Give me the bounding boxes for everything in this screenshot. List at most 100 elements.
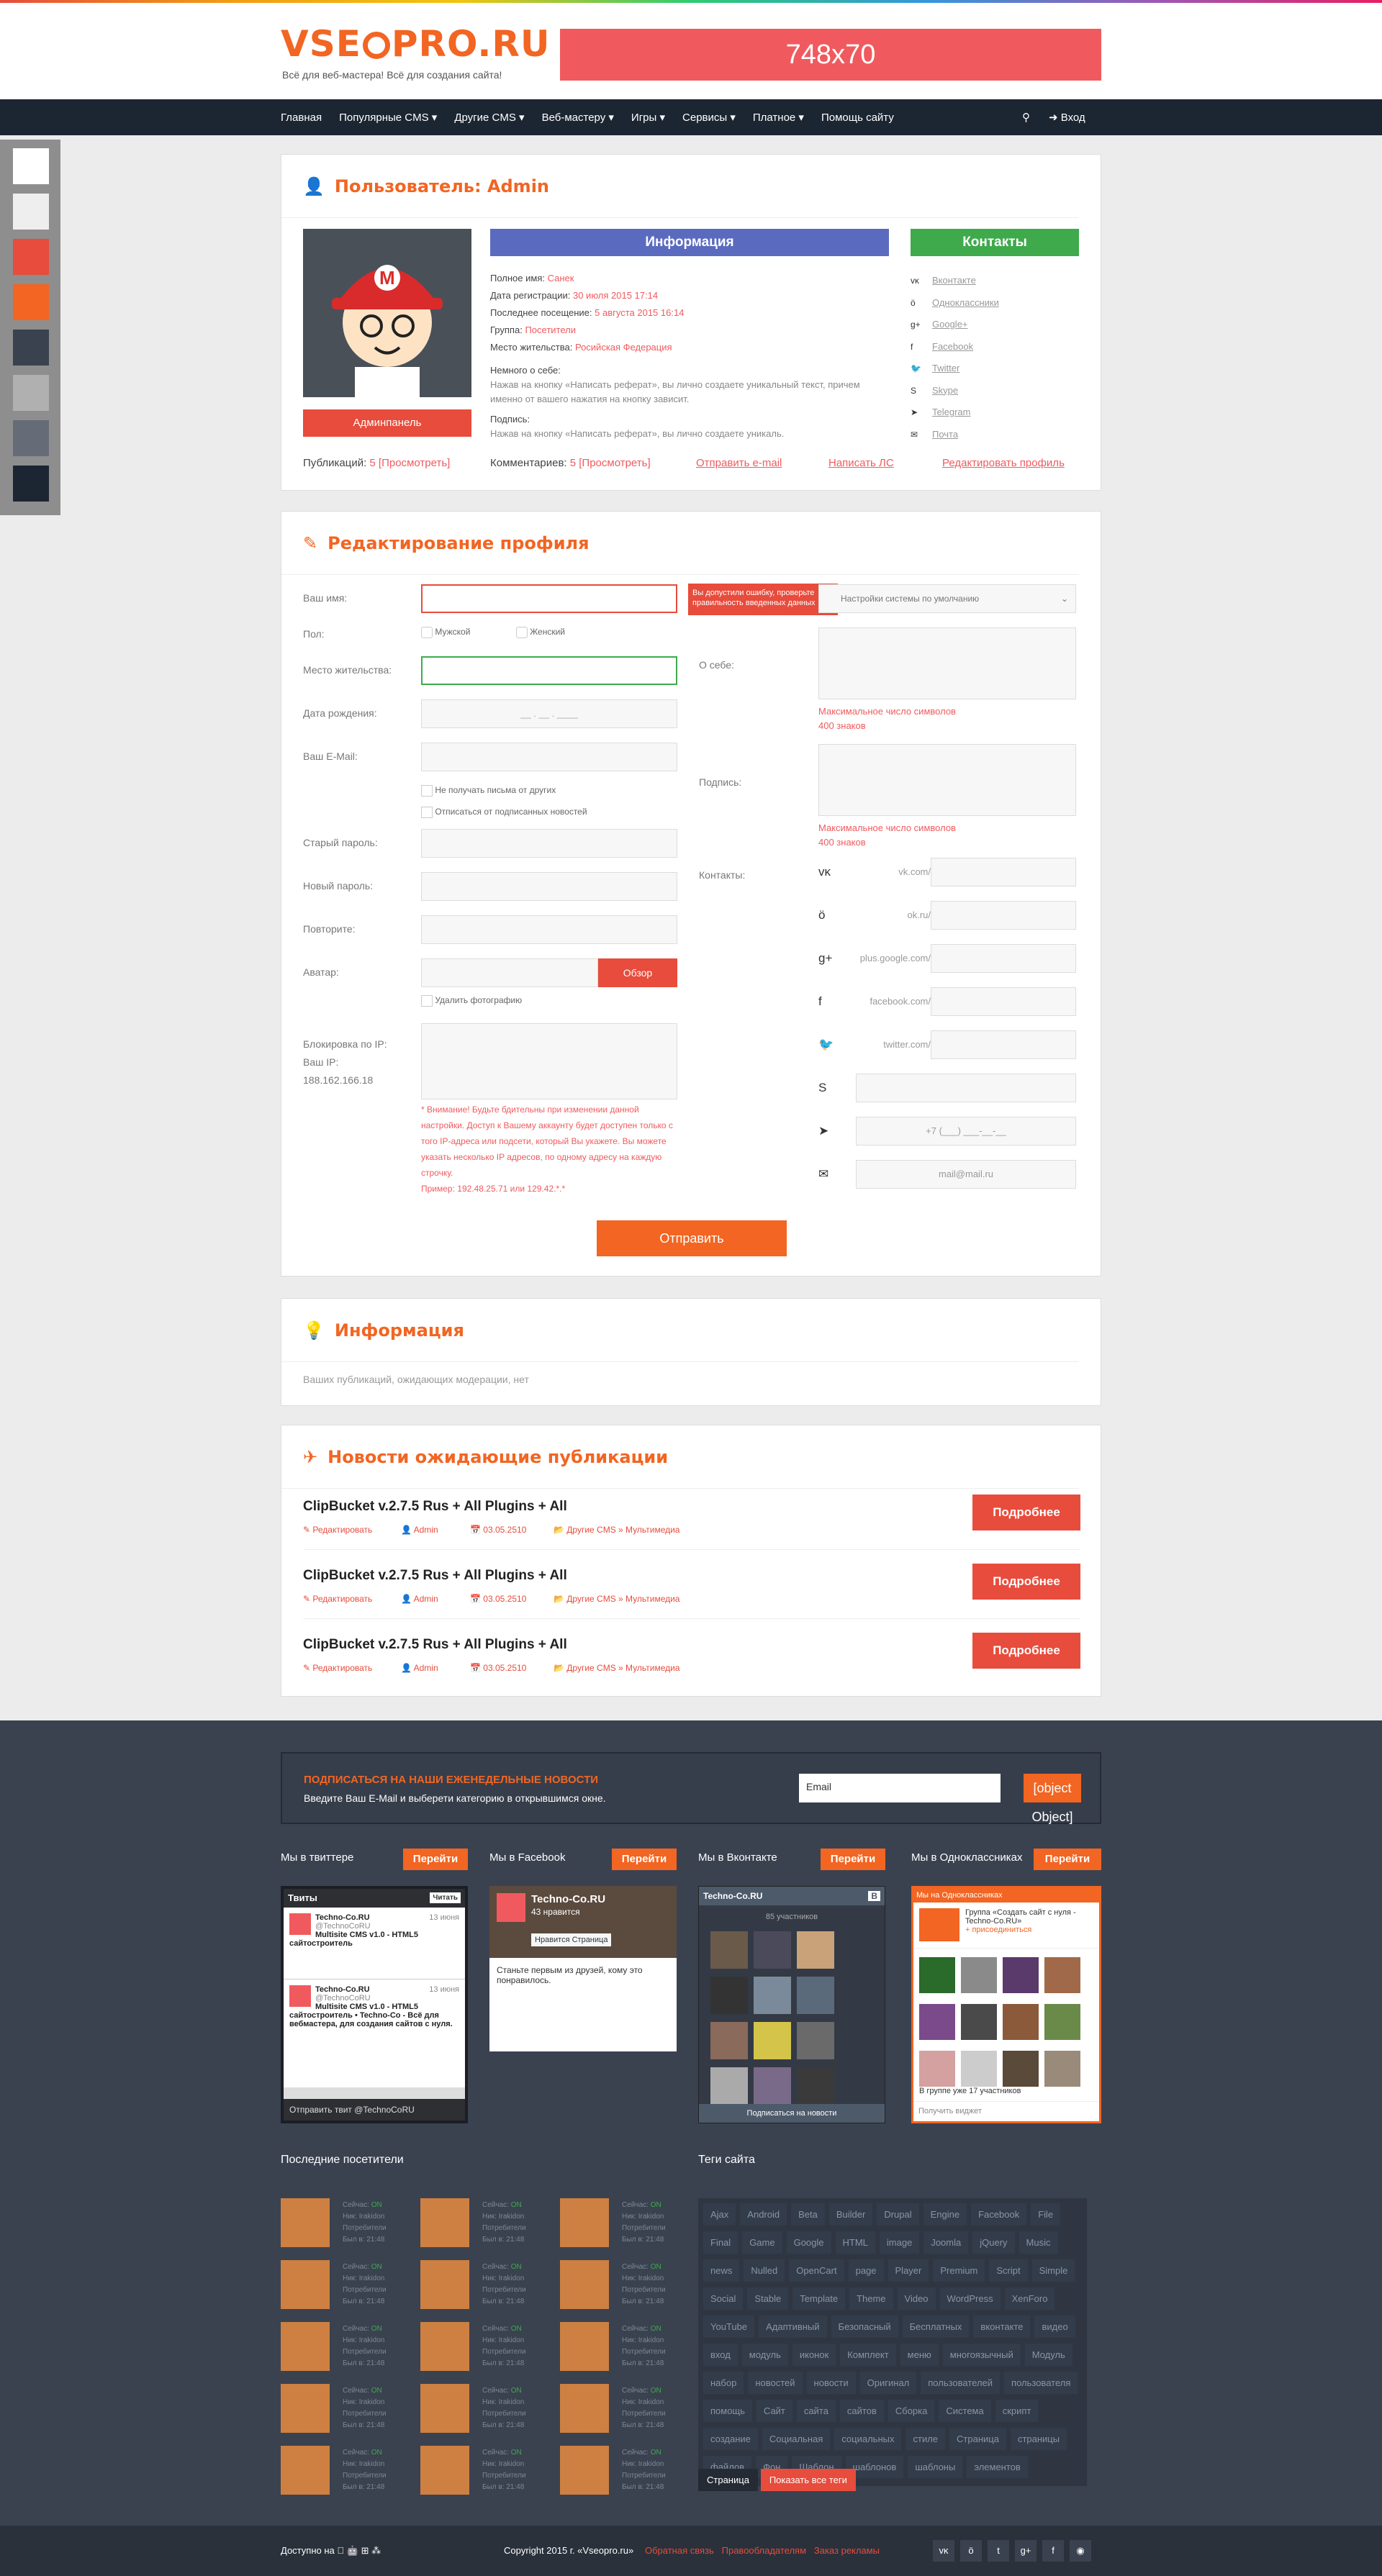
signature-textarea[interactable]	[818, 744, 1076, 816]
visitor-card[interactable]: Сейчас: ON Ник: Irakidon Потребители Был в:…	[560, 2446, 690, 2496]
tag-item[interactable]: сайтов	[839, 2399, 885, 2423]
vk-subscribe-button[interactable]: Подписаться на новости	[699, 2104, 885, 2123]
vk-member-avatar[interactable]	[797, 1931, 834, 1969]
avatar-file-input[interactable]	[421, 958, 598, 987]
tag-item[interactable]: Social	[703, 2287, 744, 2310]
no-mail-checkbox[interactable]	[421, 784, 433, 797]
new-password-input[interactable]	[421, 872, 677, 901]
visitor-card[interactable]: Сейчас: ON Ник: Irakidon Потребители Был в:…	[560, 2384, 690, 2434]
visitor-card[interactable]: Сейчас: ON Ник: Irakidon Потребители Был в:…	[281, 2322, 410, 2372]
ok-member-avatar[interactable]	[961, 2051, 997, 2087]
visitor-card[interactable]: Сейчас: ON Ник: Irakidon Потребители Был в:…	[420, 2446, 550, 2496]
googleplus-icon[interactable]: g+	[1015, 2540, 1036, 2562]
visitor-card[interactable]: Сейчас: ON Ник: Irakidon Потребители Был в:…	[420, 2322, 550, 2372]
tag-item[interactable]: элементов	[966, 2455, 1029, 2479]
newsletter-ok-button[interactable]: [object Object]	[1024, 1774, 1081, 1824]
tag-item[interactable]: Drupal	[876, 2203, 920, 2226]
social-input[interactable]	[931, 1030, 1076, 1059]
ok-member-avatar[interactable]	[1044, 2004, 1080, 2040]
contact-item[interactable]: ᴠᴋ Вконтакте	[911, 270, 1083, 292]
contact-item[interactable]: 🐦 Twitter	[911, 358, 1083, 380]
color-swatch[interactable]	[13, 466, 49, 502]
color-swatch[interactable]	[13, 420, 49, 456]
tag-item[interactable]: Оригинал	[859, 2371, 918, 2395]
tag-item[interactable]: пользователя	[1003, 2371, 1079, 2395]
tag-item[interactable]: вход	[703, 2343, 739, 2367]
send-email-link[interactable]: Отправить e-mail	[696, 457, 782, 469]
login-button[interactable]: ➜ Вход	[1049, 111, 1104, 124]
visitor-card[interactable]: Сейчас: ON Ник: Irakidon Потребители Был в:…	[281, 2384, 410, 2434]
tag-item[interactable]: Страница	[949, 2427, 1007, 2451]
contact-item[interactable]: ö Одноклассники	[911, 292, 1083, 314]
tag-item[interactable]: Android	[739, 2203, 788, 2226]
ok-get-widget[interactable]: Получить виджет	[913, 2101, 1099, 2121]
social-input[interactable]	[931, 901, 1076, 930]
browse-button[interactable]: Обзор	[598, 958, 677, 987]
ok-member-avatar[interactable]	[1044, 1957, 1080, 1993]
tag-item[interactable]: OpenCart	[788, 2259, 845, 2282]
social-input[interactable]	[931, 858, 1076, 886]
birth-input[interactable]: __ . __ . ____	[421, 699, 677, 728]
tag-item[interactable]: новости	[805, 2371, 857, 2395]
vk-member-avatar[interactable]	[710, 2067, 748, 2105]
tag-item[interactable]: сайта	[795, 2399, 836, 2423]
ok-member-avatar[interactable]	[961, 2004, 997, 2040]
search-icon[interactable]: ⚲	[1022, 111, 1030, 124]
news-item-title[interactable]: ClipBucket v.2.7.5 Rus + All Plugins + A…	[303, 1499, 567, 1515]
tag-item[interactable]: image	[878, 2231, 921, 2254]
tag-item[interactable]: news	[703, 2259, 741, 2282]
admin-panel-button[interactable]: Админпанель	[303, 409, 471, 437]
visitor-card[interactable]: Сейчас: ON Ник: Irakidon Потребители Был в:…	[560, 2198, 690, 2249]
tag-item[interactable]: WordPress	[939, 2287, 1001, 2310]
nav-games[interactable]: Игры ▾	[631, 111, 665, 124]
name-input[interactable]	[421, 584, 677, 613]
visitor-card[interactable]: Сейчас: ON Ник: Irakidon Потребители Был в:…	[281, 2260, 410, 2310]
widget-go-button[interactable]: Перейти	[403, 1849, 468, 1870]
vk-member-avatar[interactable]	[797, 1977, 834, 2014]
tag-item[interactable]: Google	[785, 2231, 832, 2254]
ok-member-avatar[interactable]	[919, 2051, 955, 2087]
tag-item[interactable]: новостей	[747, 2371, 803, 2395]
show-all-tags-button[interactable]: Показать все теги	[760, 2469, 856, 2491]
ok-member-avatar[interactable]	[961, 1957, 997, 1993]
tag-item[interactable]: создание	[703, 2427, 759, 2451]
ok-member-avatar[interactable]	[1003, 2051, 1039, 2087]
nav-home[interactable]: Главная	[281, 112, 322, 124]
visitor-card[interactable]: Сейчас: ON Ник: Irakidon Потребители Был в:…	[420, 2260, 550, 2310]
news-more-button[interactable]: Подробнее	[972, 1495, 1080, 1530]
tag-item[interactable]: шаблоны	[907, 2455, 964, 2479]
ok-member-avatar[interactable]	[1003, 2004, 1039, 2040]
tag-item[interactable]: Ajax	[703, 2203, 737, 2226]
ok-member-avatar[interactable]	[919, 2004, 955, 2040]
tag-item[interactable]: Nulled	[743, 2259, 786, 2282]
email-input[interactable]	[421, 743, 677, 771]
repeat-password-input[interactable]	[421, 915, 677, 944]
ok-icon[interactable]: ö	[960, 2540, 982, 2562]
nav-services[interactable]: Сервисы ▾	[682, 111, 736, 124]
tag-item[interactable]: Simple	[1031, 2259, 1076, 2282]
comm-link[interactable]: 5 [Просмотреть]	[570, 457, 651, 469]
tag-item[interactable]: скрипт	[994, 2399, 1039, 2423]
tag-item[interactable]: помощь	[703, 2399, 753, 2423]
female-radio[interactable]	[515, 627, 528, 638]
news-edit-link[interactable]: Редактировать	[312, 1525, 372, 1535]
vk-member-avatar[interactable]	[754, 1977, 791, 2014]
contact-item[interactable]: ✉ Почта	[911, 424, 1083, 446]
delete-photo-checkbox[interactable]	[421, 995, 433, 1007]
nav-paid[interactable]: Платное ▾	[753, 111, 804, 124]
vk-icon[interactable]: ᴠᴋ	[933, 2540, 954, 2562]
widget-go-button[interactable]: Перейти	[1034, 1849, 1101, 1870]
ok-join-link[interactable]: + присоединиться	[965, 1926, 1031, 1934]
tag-item[interactable]: Beta	[790, 2203, 826, 2226]
contact-item[interactable]: f Facebook	[911, 336, 1083, 358]
about-textarea[interactable]	[818, 627, 1076, 699]
color-swatch[interactable]	[13, 284, 49, 320]
nav-help[interactable]: Помощь сайту	[821, 112, 894, 124]
ads-link[interactable]: Заказ рекламы	[814, 2545, 880, 2556]
news-more-button[interactable]: Подробнее	[972, 1633, 1080, 1669]
color-swatch[interactable]	[13, 239, 49, 275]
edit-profile-link[interactable]: Редактировать профиль	[942, 457, 1065, 469]
tag-item[interactable]: Player	[887, 2259, 930, 2282]
tag-item[interactable]: Music	[1018, 2231, 1059, 2254]
ok-member-avatar[interactable]	[919, 1957, 955, 1993]
